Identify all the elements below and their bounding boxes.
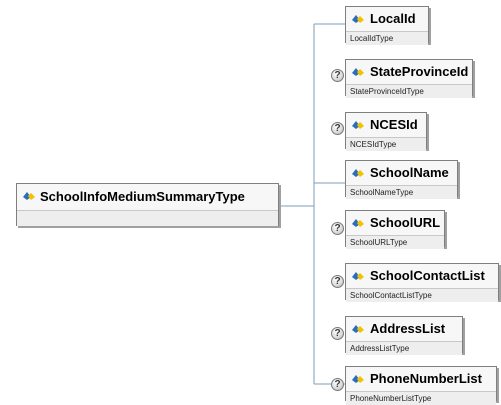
node-name: SchoolName (370, 165, 449, 180)
node-type: StateProvinceIdType (346, 84, 472, 98)
optional-help-icon[interactable]: ? (331, 275, 344, 288)
root-node[interactable]: SchoolInfoMediumSummaryType (16, 183, 279, 226)
node-type: SchoolNameType (346, 185, 457, 199)
node-name: AddressList (370, 321, 446, 336)
node-type: PhoneNumberListType (346, 391, 496, 405)
node-phonenumberlist[interactable]: PhoneNumberList PhoneNumberListType (345, 366, 497, 405)
optional-help-icon[interactable]: ? (331, 222, 344, 235)
element-icon (352, 219, 364, 227)
node-schoolcontactlist[interactable]: SchoolContactList SchoolContactListType (345, 263, 499, 302)
element-icon (23, 192, 35, 200)
node-name: LocalId (370, 11, 416, 26)
node-type: AddressListType (346, 341, 462, 355)
node-ncesid[interactable]: NCESId NCESIdType (345, 112, 427, 151)
optional-help-icon[interactable]: ? (331, 378, 344, 391)
node-type: SchoolURLType (346, 235, 444, 249)
node-type: NCESIdType (346, 137, 426, 151)
root-name: SchoolInfoMediumSummaryType (40, 189, 245, 204)
element-icon (352, 272, 364, 280)
element-icon (352, 68, 364, 76)
optional-help-icon[interactable]: ? (331, 122, 344, 135)
node-name: SchoolContactList (370, 268, 485, 283)
element-icon (352, 15, 364, 23)
node-name: SchoolURL (370, 215, 441, 230)
element-icon (352, 169, 364, 177)
optional-help-icon[interactable]: ? (331, 69, 344, 82)
node-name: StateProvinceId (370, 64, 469, 79)
node-localid[interactable]: LocalId LocalIdType (345, 6, 429, 45)
node-stateprovinceid[interactable]: StateProvinceId StateProvinceIdType (345, 59, 473, 98)
node-name: NCESId (370, 117, 418, 132)
node-type: LocalIdType (346, 31, 428, 45)
element-icon (352, 375, 364, 383)
root-sub (17, 210, 278, 226)
node-name: PhoneNumberList (370, 371, 482, 386)
node-type: SchoolContactListType (346, 288, 498, 302)
optional-help-icon[interactable]: ? (331, 327, 344, 340)
element-icon (352, 121, 364, 129)
node-schoolurl[interactable]: SchoolURL SchoolURLType (345, 210, 445, 249)
node-addresslist[interactable]: AddressList AddressListType (345, 316, 463, 355)
node-schoolname[interactable]: SchoolName SchoolNameType (345, 160, 458, 199)
element-icon (352, 325, 364, 333)
